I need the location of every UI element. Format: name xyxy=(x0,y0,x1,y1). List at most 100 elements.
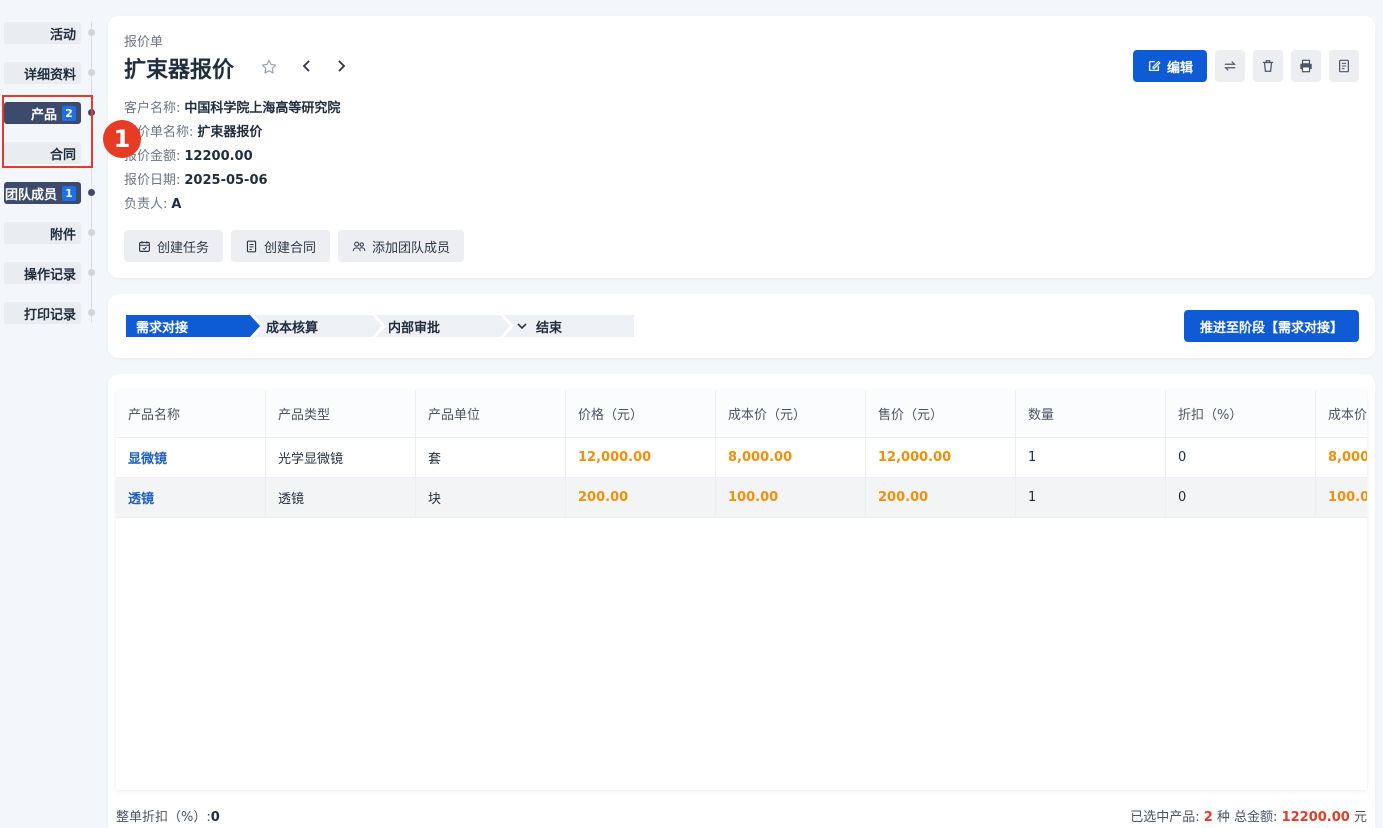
info-amount: 报价金额: 12200.00 xyxy=(124,145,253,164)
document-icon xyxy=(1339,59,1349,73)
page-title: 扩束器报价 xyxy=(124,58,235,83)
info-value: 中国科学院上海高等研究院 xyxy=(184,101,341,116)
section-nav: 活动 详细资料 产品 2 合同 团队成员 1 附件 操作记录 打印记录 xyxy=(0,0,100,828)
nav-dot xyxy=(88,309,95,316)
doc-type-label: 报价单 xyxy=(124,35,164,50)
col-product-type[interactable]: 产品类型 xyxy=(266,390,416,437)
stage-label: 结束 xyxy=(536,320,563,336)
add-team-member-button[interactable]: 添加团队成员 xyxy=(338,230,465,262)
nav-item-label: 打印记录 xyxy=(23,307,76,323)
stage-approval[interactable]: 内部审批 xyxy=(376,315,510,337)
cell-unit: 块 xyxy=(416,478,566,517)
col-product-name[interactable]: 产品名称 xyxy=(116,390,266,437)
add-team-member-label: 添加团队成员 xyxy=(372,240,451,256)
col-price[interactable]: 价格（元） xyxy=(566,390,716,437)
cell-discount: 0 xyxy=(1166,438,1316,477)
nav-item-operation-log[interactable]: 操作记录 xyxy=(4,262,81,284)
nav-badge-team: 1 xyxy=(62,185,76,201)
nav-item-label: 附件 xyxy=(49,227,76,243)
cell-cost-total: 100.00 xyxy=(1316,478,1367,517)
info-label: 负责人: xyxy=(124,197,168,212)
nav-item-label: 团队成员 xyxy=(4,187,57,203)
cell-cost-price: 8,000.00 xyxy=(716,438,866,477)
col-product-unit[interactable]: 产品单位 xyxy=(416,390,566,437)
nav-dot xyxy=(88,229,95,236)
col-cost-price[interactable]: 成本价（元） xyxy=(716,390,866,437)
create-task-button[interactable]: 创建任务 xyxy=(124,230,224,262)
calendar-icon xyxy=(139,240,150,252)
nav-item-team[interactable]: 团队成员 1 xyxy=(4,182,81,204)
cell-quantity: 1 xyxy=(1016,478,1166,517)
product-name-link[interactable]: 显微镜 xyxy=(116,438,266,477)
cell-type: 光学显微镜 xyxy=(266,438,416,477)
stage-label: 内部审批 xyxy=(388,320,441,336)
stage-progress: 需求对接 成本核算 内部审批 结束 xyxy=(126,315,634,337)
create-task-label: 创建任务 xyxy=(157,240,210,256)
nav-item-print-log[interactable]: 打印记录 xyxy=(4,302,81,324)
create-contract-label: 创建合同 xyxy=(264,240,317,256)
highlight-box xyxy=(2,95,93,168)
info-label: 报价日期: xyxy=(124,173,181,188)
col-discount[interactable]: 折扣（%） xyxy=(1166,390,1316,437)
nav-item-label: 操作记录 xyxy=(23,267,76,283)
cell-sale-price: 200.00 xyxy=(866,478,1016,517)
info-value: 扩束器报价 xyxy=(197,125,263,140)
cell-type: 透镜 xyxy=(266,478,416,517)
chevron-down-icon xyxy=(517,323,527,330)
total-label: 种 总金额: xyxy=(1216,810,1278,825)
prev-icon[interactable] xyxy=(300,58,314,78)
info-date: 报价日期: 2025-05-06 xyxy=(124,169,268,188)
delete-button[interactable] xyxy=(1253,50,1283,82)
table-row[interactable]: 显微镜 光学显微镜 套 12,000.00 8,000.00 12,000.00… xyxy=(116,438,1367,478)
next-icon[interactable] xyxy=(334,58,348,78)
edit-button[interactable]: 编辑 xyxy=(1132,50,1207,82)
printer-icon xyxy=(1300,59,1312,73)
table-row[interactable]: 透镜 透镜 块 200.00 100.00 200.00 1 0 100.00 xyxy=(116,478,1367,518)
cell-cost-price: 100.00 xyxy=(716,478,866,517)
product-table-card: 产品名称 产品类型 产品单位 价格（元） 成本价（元） 售价（元） 数量 折扣（… xyxy=(108,374,1375,828)
col-quantity[interactable]: 数量 xyxy=(1016,390,1166,437)
step-marker: 1 xyxy=(103,120,141,158)
star-icon[interactable] xyxy=(260,58,278,80)
header-actions: 编辑 xyxy=(1132,50,1359,82)
product-table: 产品名称 产品类型 产品单位 价格（元） 成本价（元） 售价（元） 数量 折扣（… xyxy=(116,390,1367,790)
edit-label: 编辑 xyxy=(1166,60,1193,76)
info-value: 12200.00 xyxy=(184,149,253,164)
stage-demand[interactable]: 需求对接 xyxy=(126,315,260,337)
more-button[interactable] xyxy=(1329,50,1359,82)
stage-label: 需求对接 xyxy=(136,320,189,336)
selection-summary: 已选中产品: 2 种 总金额: 12200.00 元 xyxy=(1130,806,1367,825)
nav-item-activity[interactable]: 活动 xyxy=(4,22,81,44)
info-quote-name: 报价单名称: 扩束器报价 xyxy=(124,121,262,140)
edit-icon xyxy=(1148,60,1161,72)
transfer-button[interactable] xyxy=(1215,50,1245,82)
product-table-grid: 产品名称 产品类型 产品单位 价格（元） 成本价（元） 售价（元） 数量 折扣（… xyxy=(116,390,1367,518)
nav-timeline xyxy=(91,22,92,322)
print-button[interactable] xyxy=(1291,50,1321,82)
stage-label: 成本核算 xyxy=(266,320,319,336)
info-owner: 负责人: A xyxy=(124,193,181,212)
cell-unit: 套 xyxy=(416,438,566,477)
total-amount: 12200.00 xyxy=(1281,810,1350,825)
col-cost-total[interactable]: 成本价 xyxy=(1316,390,1367,437)
product-name-link[interactable]: 透镜 xyxy=(116,478,266,517)
order-discount: 整单折扣（%）:0 xyxy=(116,806,220,825)
nav-item-details[interactable]: 详细资料 xyxy=(4,62,81,84)
advance-stage-button[interactable]: 推进至阶段【需求对接】 xyxy=(1183,310,1359,342)
cell-price: 12,000.00 xyxy=(566,438,716,477)
currency-label: 元 xyxy=(1353,810,1367,825)
nav-dot xyxy=(88,269,95,276)
stage-end[interactable]: 结束 xyxy=(504,315,634,337)
users-icon xyxy=(352,241,366,251)
info-label: 客户名称: xyxy=(124,101,181,116)
nav-item-label: 活动 xyxy=(49,27,76,43)
info-value: A xyxy=(171,197,182,212)
col-sale-price[interactable]: 售价（元） xyxy=(866,390,1016,437)
create-contract-button[interactable]: 创建合同 xyxy=(231,230,331,262)
cell-sale-price: 12,000.00 xyxy=(866,438,1016,477)
nav-item-label: 详细资料 xyxy=(23,67,76,83)
quote-header-card: 报价单 扩束器报价 编辑 客户名称: 中国科学院上海高等研究院 报价单名称: 扩束器… xyxy=(108,16,1375,278)
stage-cost[interactable]: 成本核算 xyxy=(254,315,382,337)
nav-item-attachments[interactable]: 附件 xyxy=(4,222,81,244)
cell-quantity: 1 xyxy=(1016,438,1166,477)
